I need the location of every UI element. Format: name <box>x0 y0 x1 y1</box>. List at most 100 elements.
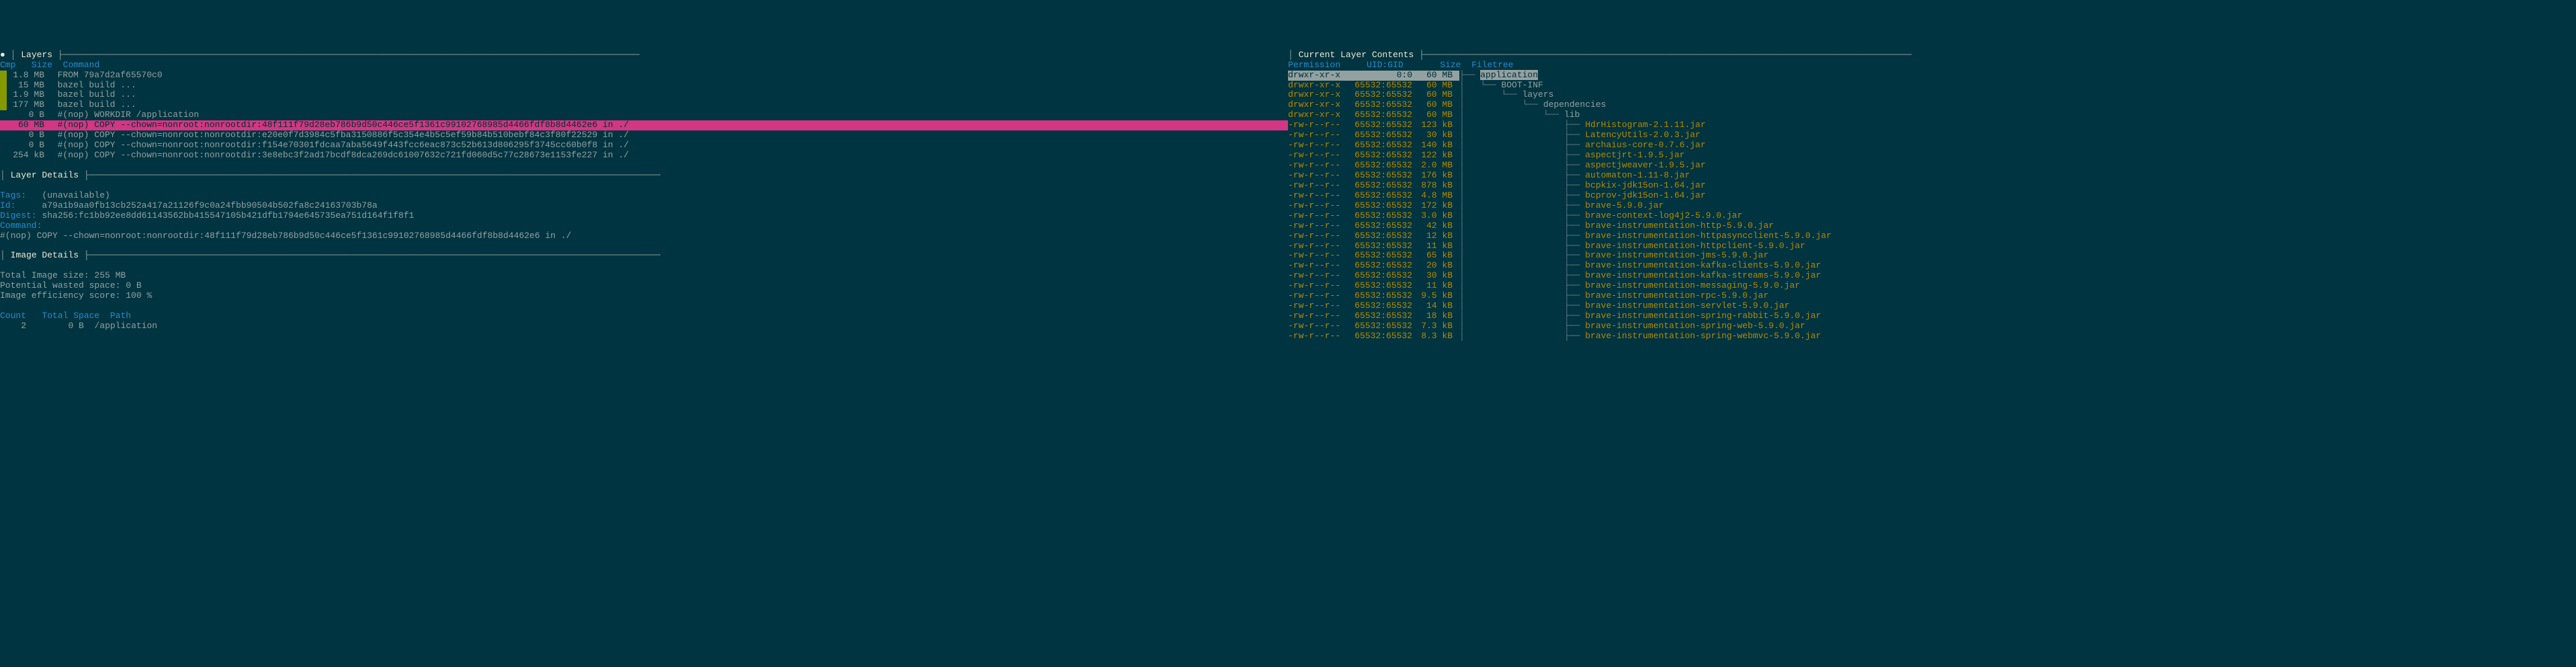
file-row[interactable]: -rw-r--r--65532:65532123 kB│ ├── HdrHist… <box>1288 120 2576 130</box>
file-uidgid: 65532:65532 <box>1348 231 1412 241</box>
cmp-indicator <box>0 120 7 130</box>
file-name: brave-instrumentation-httpasyncclient-5.… <box>1585 231 1832 241</box>
image-details-header: │ Image Details ├───────────────────────… <box>0 250 660 260</box>
file-tree-entry: │ ├── bcprov-jdk15on-1.64.jar <box>1459 191 2576 201</box>
layer-command: FROM 79a7d2af65570c0 <box>47 71 1288 81</box>
file-row[interactable]: -rw-r--r--65532:6553218 kB│ ├── brave-in… <box>1288 311 2576 321</box>
id-row: Id: a79a1b9aa0fb13cb252a417a21126f9c0a24… <box>0 200 378 210</box>
file-row[interactable]: -rw-r--r--65532:655324.8 MB│ ├── bcprov-… <box>1288 191 2576 201</box>
file-row[interactable]: drwxr-xr-x65532:6553260 MB│ └── BOOT-INF <box>1288 81 2576 91</box>
file-uidgid: 65532:65532 <box>1348 271 1412 281</box>
file-row[interactable]: -rw-r--r--65532:6553211 kB│ ├── brave-in… <box>1288 281 2576 291</box>
file-permission: -rw-r--r-- <box>1288 241 1348 251</box>
file-permission: -rw-r--r-- <box>1288 281 1348 291</box>
digest-row: Digest: sha256:fc1bb92ee8dd61143562bb415… <box>0 210 414 221</box>
file-name: brave-instrumentation-servlet-5.9.0.jar <box>1585 301 1789 311</box>
file-size: 140 kB <box>1412 141 1459 151</box>
layer-row[interactable]: 0 B #(nop) WORKDIR /application <box>0 110 1288 120</box>
file-size: 8.3 kB <box>1412 331 1459 342</box>
layers-list[interactable]: 1.8 MB FROM 79a7d2af65570c0 15 MB bazel … <box>0 71 1288 161</box>
file-row[interactable]: drwxr-xr-x65532:6553260 MB│ └── lib <box>1288 110 2576 120</box>
file-name: LatencyUtils-2.0.3.jar <box>1585 130 1701 140</box>
file-uidgid: 65532:65532 <box>1348 201 1412 211</box>
layer-row[interactable]: 60 MB #(nop) COPY --chown=nonroot:nonroo… <box>0 120 1288 130</box>
files-list[interactable]: drwxr-xr-x0:060 MB├── applicationdrwxr-x… <box>1288 71 2576 342</box>
file-uidgid: 65532:65532 <box>1348 141 1412 151</box>
layer-row[interactable]: 15 MB bazel build ... <box>0 81 1288 91</box>
command-value: #(nop) COPY --chown=nonroot:nonrootdir:4… <box>0 231 571 241</box>
file-row[interactable]: -rw-r--r--65532:6553230 kB│ ├── brave-in… <box>1288 271 2576 281</box>
file-row[interactable]: -rw-r--r--65532:6553214 kB│ ├── brave-in… <box>1288 301 2576 311</box>
file-row[interactable]: -rw-r--r--65532:6553211 kB│ ├── brave-in… <box>1288 241 2576 251</box>
file-tree-entry: │ ├── bcpkix-jdk15on-1.64.jar <box>1459 181 2576 191</box>
file-uidgid: 65532:65532 <box>1348 261 1412 271</box>
file-permission: -rw-r--r-- <box>1288 271 1348 281</box>
layer-row[interactable]: 0 B #(nop) COPY --chown=nonroot:nonrootd… <box>0 141 1288 151</box>
file-size: 176 kB <box>1412 171 1459 181</box>
file-row[interactable]: -rw-r--r--65532:65532140 kB│ ├── archaiu… <box>1288 141 2576 151</box>
file-tree-entry: │ ├── archaius-core-0.7.6.jar <box>1459 141 2576 151</box>
file-name: aspectjweaver-1.9.5.jar <box>1585 160 1705 170</box>
layer-row[interactable]: 1.9 MB bazel build ... <box>0 90 1288 100</box>
file-tree-entry: │ ├── aspectjweaver-1.9.5.jar <box>1459 161 2576 171</box>
file-row[interactable]: -rw-r--r--65532:655322.0 MB│ ├── aspectj… <box>1288 161 2576 171</box>
filetree-columns: Permission UID:GID Size Filetree <box>1288 60 1514 70</box>
file-uidgid: 0:0 <box>1348 71 1412 81</box>
cmp-indicator <box>0 100 7 110</box>
file-row[interactable]: drwxr-xr-x0:060 MB├── application <box>1288 71 2576 81</box>
file-uidgid: 65532:65532 <box>1348 90 1412 100</box>
file-uidgid: 65532:65532 <box>1348 100 1412 110</box>
file-permission: -rw-r--r-- <box>1288 201 1348 211</box>
file-uidgid: 65532:65532 <box>1348 241 1412 251</box>
file-size: 172 kB <box>1412 201 1459 211</box>
file-size: 122 kB <box>1412 151 1459 161</box>
file-row[interactable]: -rw-r--r--65532:655329.5 kB│ ├── brave-i… <box>1288 291 2576 301</box>
file-size: 30 kB <box>1412 271 1459 281</box>
cmp-indicator <box>0 141 7 151</box>
file-name: BOOT-INF <box>1501 80 1543 90</box>
cmp-indicator <box>0 81 7 91</box>
file-name: application <box>1480 70 1538 80</box>
file-row[interactable]: -rw-r--r--65532:6553230 kB│ ├── LatencyU… <box>1288 130 2576 141</box>
layer-command: bazel build ... <box>47 81 1288 91</box>
file-row[interactable]: -rw-r--r--65532:6553242 kB│ ├── brave-in… <box>1288 221 2576 231</box>
layer-size: 1.9 MB <box>7 90 47 100</box>
layer-size: 1.8 MB <box>7 71 47 81</box>
layer-row[interactable]: 0 B #(nop) COPY --chown=nonroot:nonrootd… <box>0 130 1288 141</box>
file-tree-entry: │ ├── brave-instrumentation-rpc-5.9.0.ja… <box>1459 291 2576 301</box>
file-row[interactable]: -rw-r--r--65532:65532122 kB│ ├── aspectj… <box>1288 151 2576 161</box>
file-uidgid: 65532:65532 <box>1348 110 1412 120</box>
layer-row[interactable]: 254 kB #(nop) COPY --chown=nonroot:nonro… <box>0 151 1288 161</box>
efficiency-score: Image efficiency score: 100 % <box>0 290 152 301</box>
layer-row[interactable]: 1.8 MB FROM 79a7d2af65570c0 <box>0 71 1288 81</box>
file-row[interactable]: drwxr-xr-x65532:6553260 MB│ └── layers <box>1288 90 2576 100</box>
file-row[interactable]: -rw-r--r--65532:65532878 kB│ ├── bcpkix-… <box>1288 181 2576 191</box>
file-row[interactable]: drwxr-xr-x65532:6553260 MB│ └── dependen… <box>1288 100 2576 110</box>
layer-row[interactable]: 177 MB bazel build ... <box>0 100 1288 110</box>
file-row[interactable]: -rw-r--r--65532:65532176 kB│ ├── automat… <box>1288 171 2576 181</box>
file-uidgid: 65532:65532 <box>1348 171 1412 181</box>
file-size: 2.0 MB <box>1412 161 1459 171</box>
layer-size: 177 MB <box>7 100 47 110</box>
file-tree-entry: │ ├── HdrHistogram-2.1.11.jar <box>1459 120 2576 130</box>
file-row[interactable]: -rw-r--r--65532:655328.3 kB│ ├── brave-i… <box>1288 331 2576 342</box>
file-tree-entry: ├── application <box>1459 71 2576 81</box>
file-row[interactable]: -rw-r--r--65532:6553265 kB│ ├── brave-in… <box>1288 251 2576 261</box>
file-row[interactable]: -rw-r--r--65532:65532172 kB│ ├── brave-5… <box>1288 201 2576 211</box>
file-tree-entry: │ ├── brave-context-log4j2-5.9.0.jar <box>1459 211 2576 221</box>
right-panel: │ Current Layer Contents ├──────────────… <box>1288 40 2576 362</box>
total-image-size: Total Image size: 255 MB <box>0 270 126 280</box>
left-panel: ● │ Layers ├────────────────────────────… <box>0 40 1288 362</box>
file-permission: drwxr-xr-x <box>1288 110 1348 120</box>
command-label: Command: <box>0 221 42 231</box>
file-permission: -rw-r--r-- <box>1288 171 1348 181</box>
file-tree-entry: │ ├── brave-instrumentation-kafka-stream… <box>1459 271 2576 281</box>
file-row[interactable]: -rw-r--r--65532:655323.0 kB│ ├── brave-c… <box>1288 211 2576 221</box>
file-row[interactable]: -rw-r--r--65532:6553212 kB│ ├── brave-in… <box>1288 231 2576 241</box>
layer-command: #(nop) COPY --chown=nonroot:nonrootdir:3… <box>47 151 1288 161</box>
file-row[interactable]: -rw-r--r--65532:6553220 kB│ ├── brave-in… <box>1288 261 2576 271</box>
file-permission: -rw-r--r-- <box>1288 221 1348 231</box>
file-tree-entry: │ ├── brave-instrumentation-spring-rabbi… <box>1459 311 2576 321</box>
cmp-indicator <box>0 71 7 81</box>
file-row[interactable]: -rw-r--r--65532:655327.3 kB│ ├── brave-i… <box>1288 321 2576 331</box>
